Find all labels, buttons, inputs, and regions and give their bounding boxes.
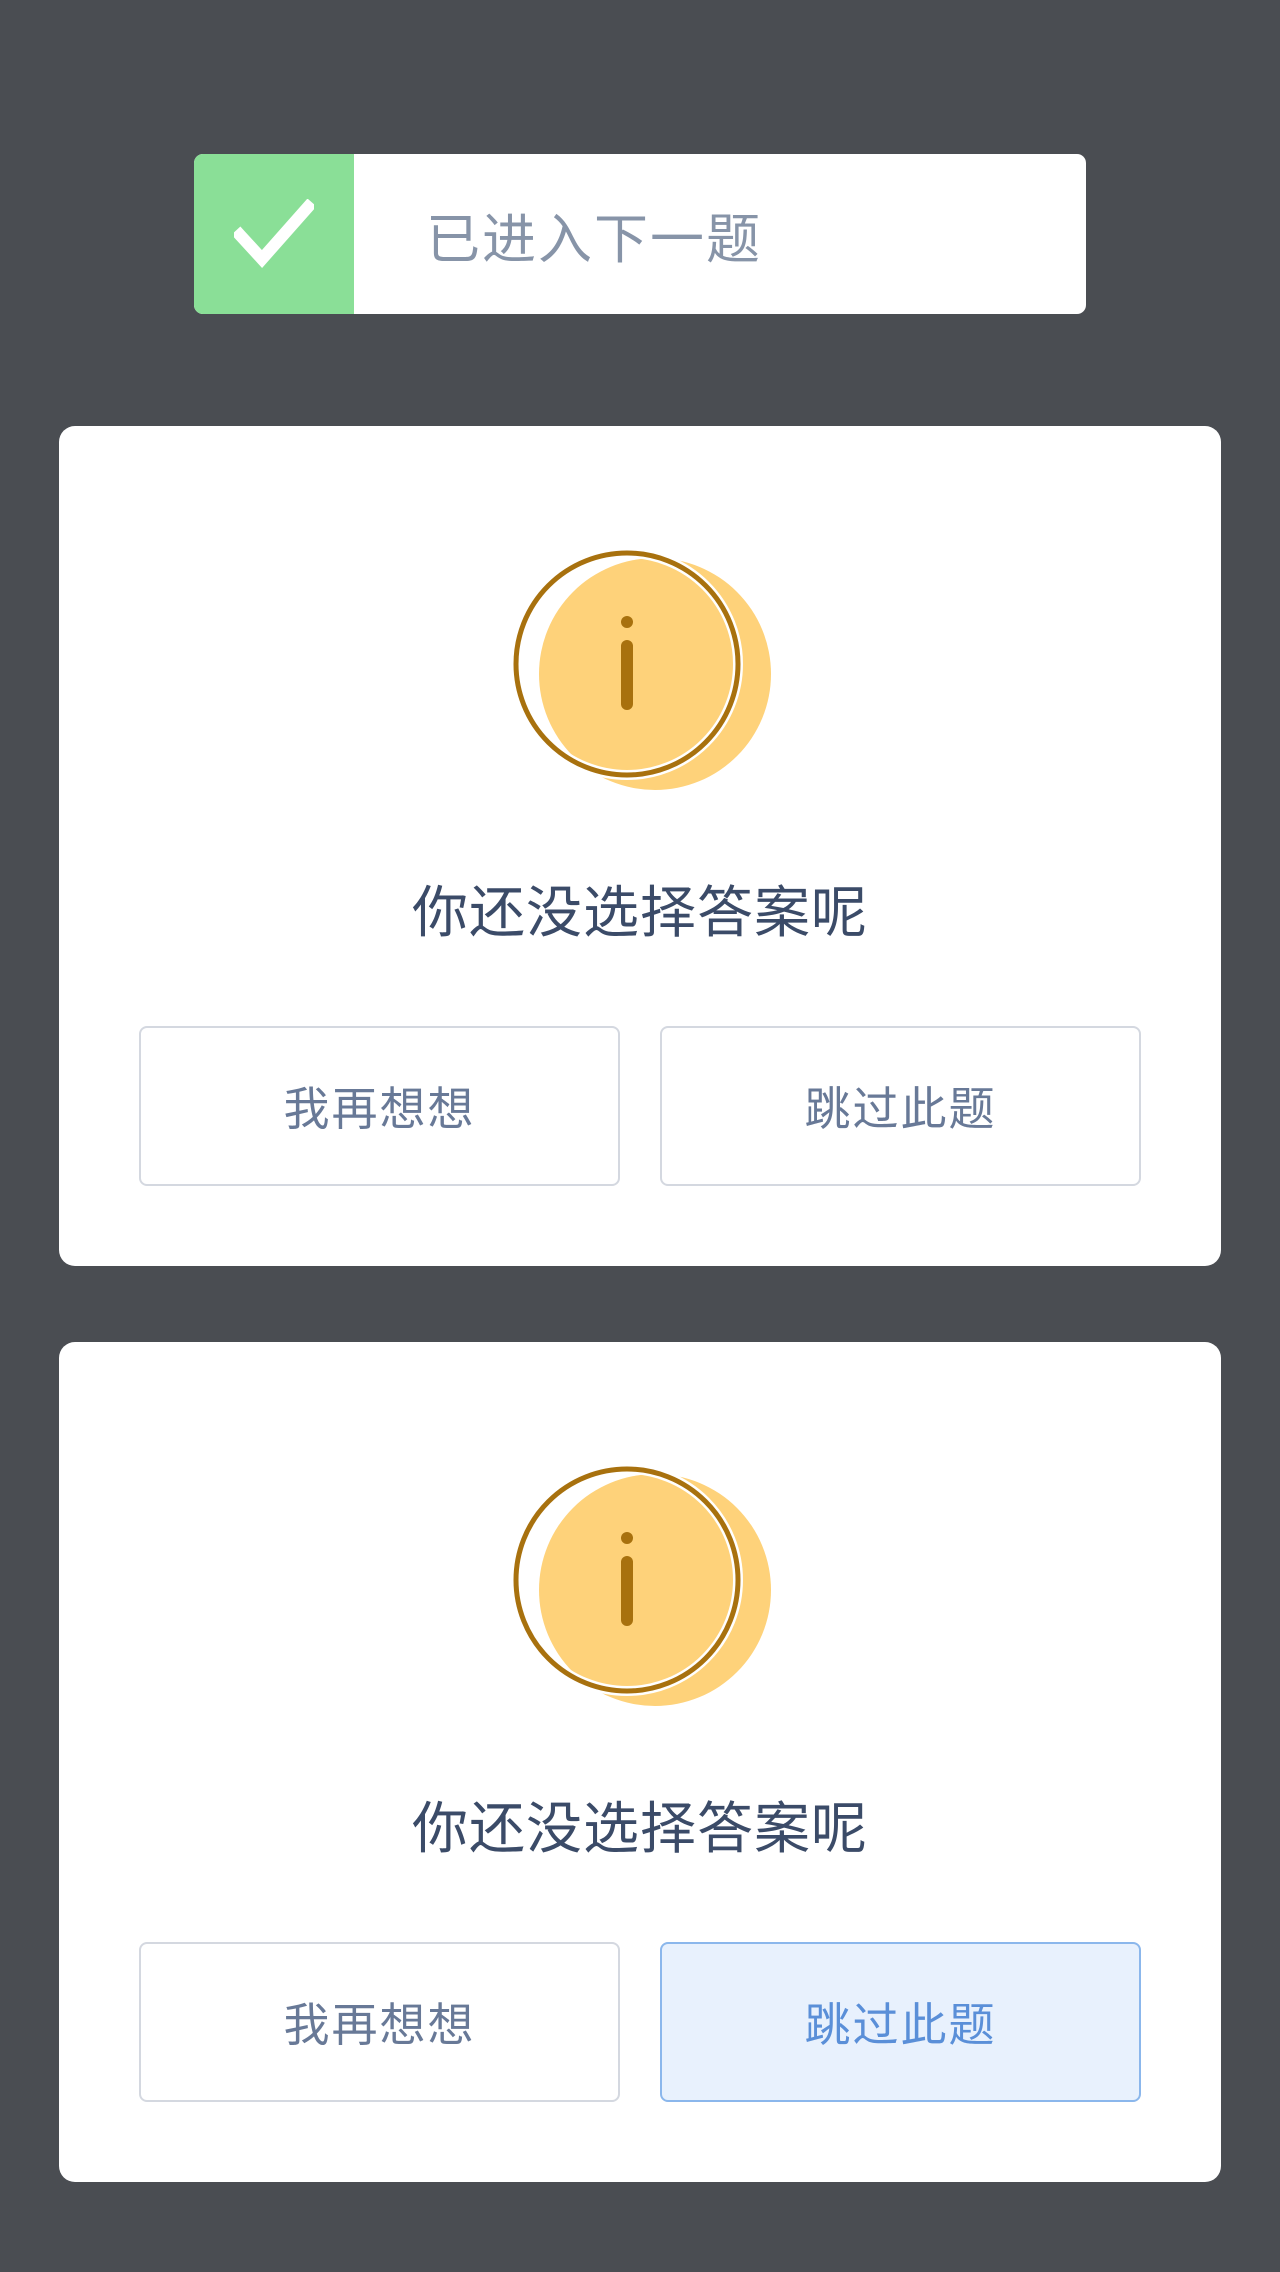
dialog-message: 你还没选择答案呢 <box>412 881 868 946</box>
info-icon <box>513 1466 771 1706</box>
confirm-dialog: 你还没选择答案呢 我再想想 跳过此题 <box>59 426 1221 1266</box>
toast-notification: 已进入下一题 <box>194 154 1086 314</box>
toast-message: 已进入下一题 <box>426 207 762 271</box>
skip-question-button[interactable]: 跳过此题 <box>660 1942 1141 2102</box>
dialog-message: 你还没选择答案呢 <box>412 1797 868 1862</box>
info-icon <box>513 550 771 790</box>
confirm-dialog-pressed: 你还没选择答案呢 我再想想 跳过此题 <box>59 1342 1221 2182</box>
think-again-button[interactable]: 我再想想 <box>139 1026 620 1186</box>
toast-success-badge <box>194 154 354 314</box>
think-again-button[interactable]: 我再想想 <box>139 1942 620 2102</box>
skip-question-button[interactable]: 跳过此题 <box>660 1026 1141 1186</box>
check-icon <box>234 199 314 268</box>
